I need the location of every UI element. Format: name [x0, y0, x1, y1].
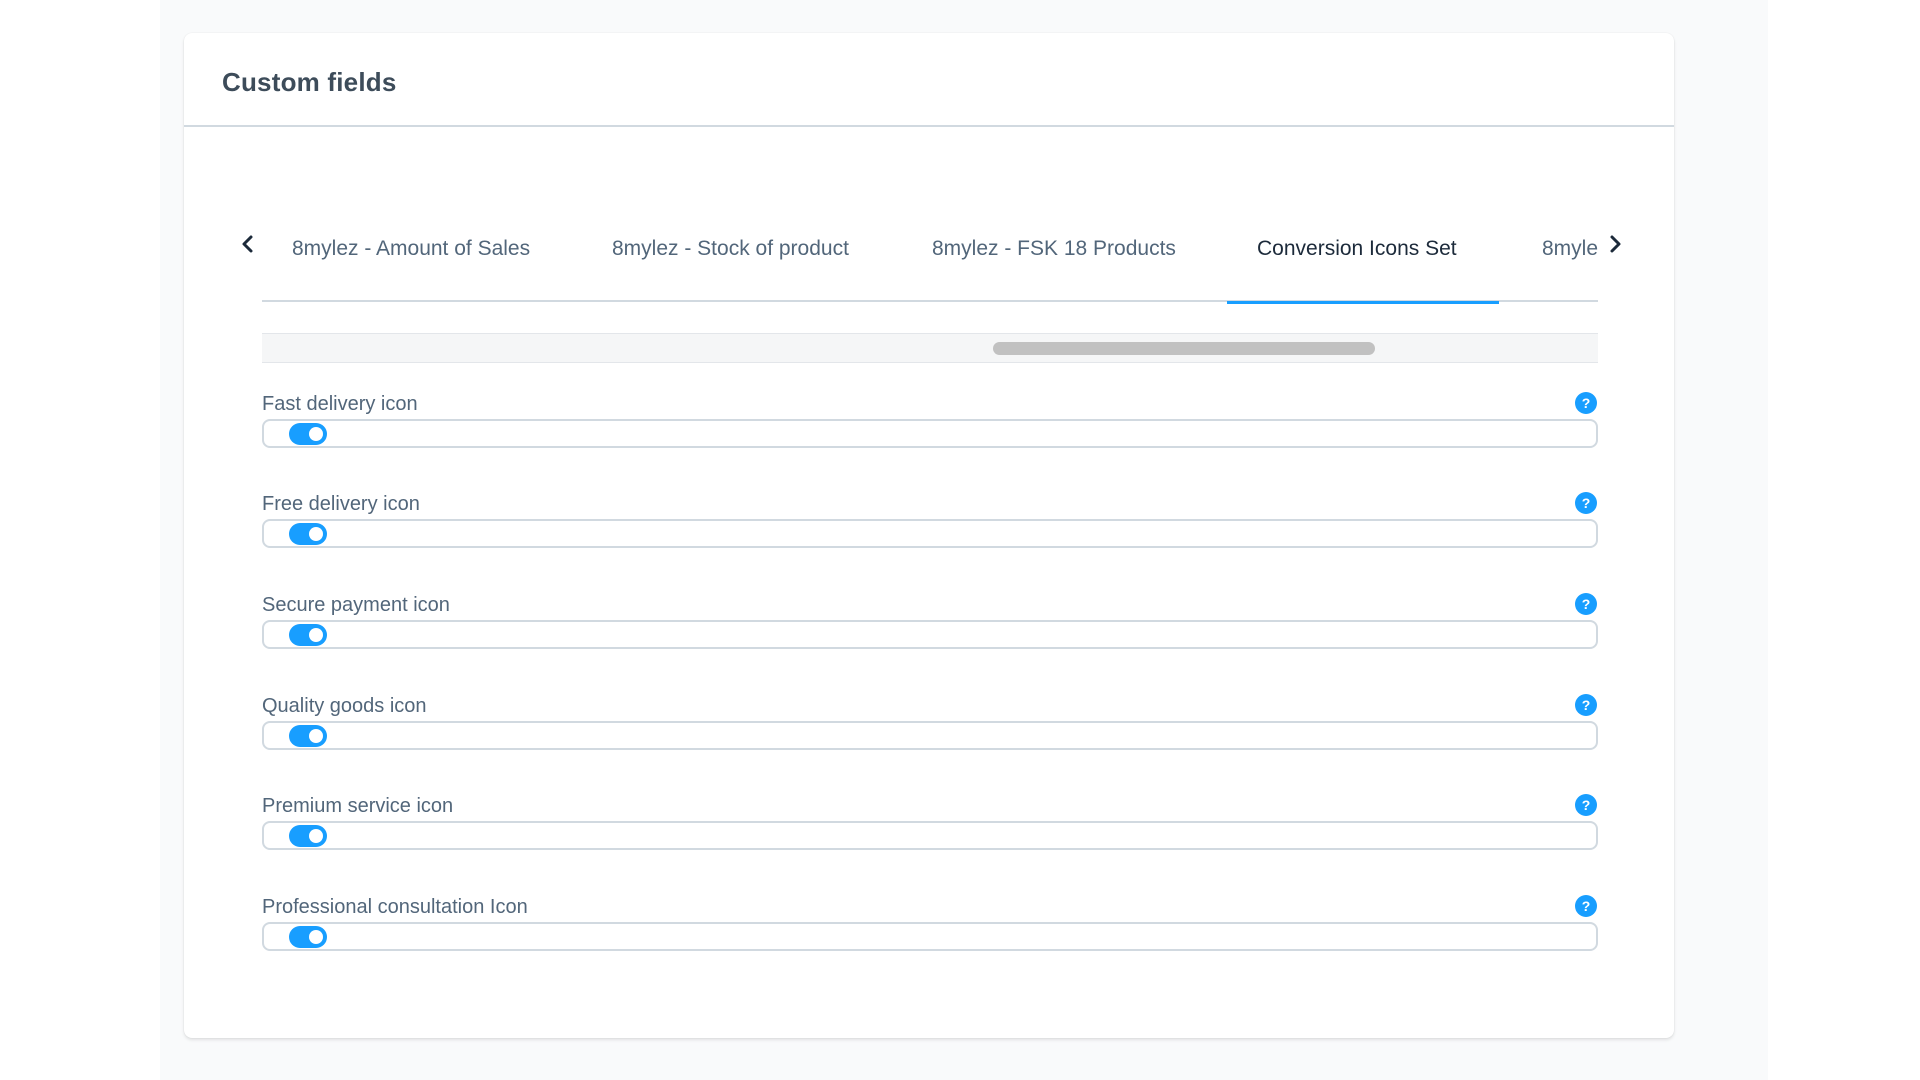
field-box: [262, 721, 1598, 750]
field-quality-goods-icon: Quality goods icon ?: [262, 693, 1598, 775]
svg-text:?: ?: [1582, 697, 1591, 713]
tab-conversion-icons-set[interactable]: Conversion Icons Set: [1227, 201, 1502, 301]
help-icon[interactable]: ?: [1574, 793, 1598, 817]
field-box: [262, 620, 1598, 649]
toggle-knob: [309, 527, 323, 541]
field-label: Fast delivery icon: [262, 393, 418, 415]
tab-label: 8mylez - FSK 18 Products: [932, 237, 1176, 260]
help-icon[interactable]: ?: [1574, 894, 1598, 918]
chevron-left-icon: [242, 235, 253, 253]
field-label: Free delivery icon: [262, 493, 420, 515]
field-secure-payment-icon: Secure payment icon ?: [262, 592, 1598, 674]
toggle-knob: [309, 829, 323, 843]
tab-amount-of-sales[interactable]: 8mylez - Amount of Sales: [262, 201, 552, 301]
tab-label: 8mylez: [1542, 237, 1598, 260]
tab-fsk-18-products[interactable]: 8mylez - FSK 18 Products: [902, 201, 1202, 301]
free-delivery-toggle[interactable]: [289, 523, 327, 545]
tab-next-button[interactable]: [1601, 230, 1629, 258]
field-box: [262, 519, 1598, 548]
card-header: Custom fields: [184, 33, 1674, 127]
svg-text:?: ?: [1582, 395, 1591, 411]
field-free-delivery-icon: Free delivery icon ?: [262, 491, 1598, 573]
field-box: [262, 419, 1598, 448]
field-label: Quality goods icon: [262, 695, 427, 717]
custom-fields-card: Custom fields 8mylez - Amount of Sales 8…: [184, 33, 1674, 1038]
tab-label: 8mylez - Stock of product: [612, 237, 849, 260]
field-label: Premium service icon: [262, 795, 454, 817]
quality-goods-toggle[interactable]: [289, 725, 327, 747]
toggle-knob: [309, 729, 323, 743]
svg-text:?: ?: [1582, 898, 1591, 914]
chevron-right-icon: [1610, 235, 1621, 253]
secure-payment-toggle[interactable]: [289, 624, 327, 646]
field-label: Professional consultation Icon: [262, 896, 528, 918]
svg-text:?: ?: [1582, 797, 1591, 813]
svg-text:?: ?: [1582, 495, 1591, 511]
card-title: Custom fields: [222, 67, 397, 97]
tab-label: Conversion Icons Set: [1257, 237, 1457, 260]
field-fast-delivery-icon: Fast delivery icon ?: [262, 391, 1598, 473]
help-icon[interactable]: ?: [1574, 491, 1598, 515]
field-premium-service-icon: Premium service icon ?: [262, 793, 1598, 875]
field-box: [262, 922, 1598, 951]
tabs-scrollbar[interactable]: [262, 333, 1598, 363]
help-icon[interactable]: ?: [1574, 693, 1598, 717]
toggle-knob: [309, 427, 323, 441]
field-label: Secure payment icon: [262, 594, 450, 616]
tab-stock-of-product[interactable]: 8mylez - Stock of product: [582, 201, 882, 301]
tabs-viewport: 8mylez - Amount of Sales 8mylez - Stock …: [262, 201, 1598, 305]
professional-consultation-toggle[interactable]: [289, 926, 327, 948]
scrollbar-thumb[interactable]: [993, 342, 1375, 355]
toggle-knob: [309, 930, 323, 944]
help-icon[interactable]: ?: [1574, 391, 1598, 415]
help-icon[interactable]: ?: [1574, 592, 1598, 616]
tab-8mylez[interactable]: 8mylez: [1512, 201, 1598, 301]
tab-prev-button[interactable]: [234, 230, 262, 258]
field-box: [262, 821, 1598, 850]
premium-service-toggle[interactable]: [289, 825, 327, 847]
active-tab-indicator: [1227, 301, 1499, 304]
tab-label: 8mylez - Amount of Sales: [292, 237, 531, 260]
svg-text:?: ?: [1582, 596, 1591, 612]
toggle-knob: [309, 628, 323, 642]
field-professional-consultation-icon: Professional consultation Icon ?: [262, 894, 1598, 976]
fast-delivery-toggle[interactable]: [289, 423, 327, 445]
